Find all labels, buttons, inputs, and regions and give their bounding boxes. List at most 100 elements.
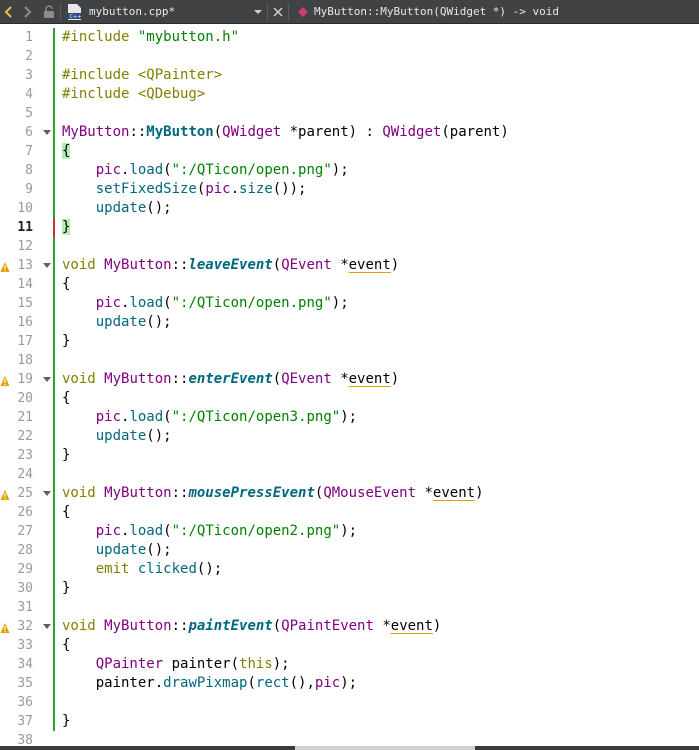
gutter-row: 37	[0, 712, 58, 731]
change-marker	[53, 237, 55, 256]
line-number: 29	[17, 562, 33, 577]
code-line[interactable]: #include <QDebug>	[62, 85, 205, 104]
symbol-selector[interactable]: MyButton::MyButton(QWidget *) -> void	[314, 0, 559, 24]
code-line[interactable]: update();	[62, 313, 172, 332]
code-line[interactable]: #include "mybutton.h"	[62, 28, 239, 47]
code-token: )	[432, 618, 442, 634]
code-line[interactable]: QPainter painter(this);	[62, 655, 290, 674]
change-marker	[53, 712, 55, 731]
code-token: event	[432, 485, 476, 501]
code-line[interactable]: {	[62, 503, 70, 522]
code-token: void	[62, 257, 105, 273]
warning-icon[interactable]	[0, 620, 10, 633]
code-token: event	[390, 618, 433, 634]
warning-icon[interactable]	[0, 373, 10, 386]
warning-icon[interactable]	[0, 259, 10, 272]
line-number: 9	[25, 182, 33, 197]
gutter-row: 15	[0, 294, 58, 313]
change-marker	[53, 408, 55, 427]
gutter-row: 22	[0, 427, 58, 446]
code-line[interactable]: painter.drawPixmap(rect(),pic);	[62, 674, 357, 693]
code-line[interactable]: void MyButton::mousePressEvent(QMouseEve…	[62, 484, 484, 503]
change-marker	[53, 446, 55, 465]
code-line[interactable]: pic.load(":/QTicon/open.png");	[62, 294, 349, 313]
code-line[interactable]: {	[62, 389, 70, 408]
code-token: MyButton	[104, 257, 172, 273]
gutter-row: 12	[0, 237, 58, 256]
line-number: 3	[25, 68, 33, 83]
code-line[interactable]: setFixedSize(pic.size());	[62, 180, 307, 199]
code-token: drawPixmap	[163, 675, 248, 691]
scrollbar-thumb[interactable]	[295, 746, 475, 750]
line-number: 21	[17, 410, 33, 425]
code-line[interactable]: }	[62, 446, 70, 465]
fold-arrow-icon[interactable]	[43, 130, 51, 135]
code-line[interactable]: emit clicked();	[62, 560, 222, 579]
code-line[interactable]: #include <QPainter>	[62, 66, 222, 85]
code-token: event	[348, 371, 391, 387]
change-marker	[53, 332, 55, 351]
code-token: MyButton	[104, 618, 172, 634]
code-token: leaveEvent	[188, 257, 273, 273]
change-marker	[53, 389, 55, 408]
code-editor[interactable]: #include "mybutton.h" #include <QPainter>…	[62, 24, 699, 746]
file-name-label[interactable]: mybutton.cpp*	[89, 0, 175, 24]
code-token: QMouseEvent	[323, 485, 417, 501]
code-line[interactable]: update();	[62, 427, 172, 446]
gutter-row: 7	[0, 142, 58, 161]
code-line[interactable]: update();	[62, 199, 172, 218]
code-token: ();	[146, 542, 172, 558]
back-arrow-icon[interactable]	[0, 0, 18, 24]
lock-icon[interactable]	[40, 0, 58, 24]
code-line[interactable]: {	[62, 142, 71, 161]
fold-arrow-icon[interactable]	[43, 491, 51, 496]
code-line[interactable]: }	[62, 712, 70, 731]
code-token: ::	[171, 371, 189, 387]
code-token: ::	[129, 124, 147, 140]
code-token: void	[62, 371, 105, 387]
line-number: 17	[17, 334, 33, 349]
warning-icon[interactable]	[0, 487, 10, 500]
fold-arrow-icon[interactable]	[43, 624, 51, 629]
line-number: 25	[17, 486, 33, 501]
change-marker	[53, 104, 55, 123]
code-line[interactable]: }	[62, 579, 70, 598]
code-line[interactable]: void MyButton::enterEvent(QEvent *event)	[62, 370, 399, 389]
change-marker	[53, 655, 55, 674]
line-number: 22	[17, 429, 33, 444]
code-line[interactable]: pic.load(":/QTicon/open.png");	[62, 161, 349, 180]
code-token: (	[213, 124, 223, 140]
forward-arrow-icon[interactable]	[18, 0, 36, 24]
code-line[interactable]: }	[62, 332, 70, 351]
gutter-row: 34	[0, 655, 58, 674]
change-marker	[53, 522, 55, 541]
code-token: update	[95, 200, 147, 216]
code-line[interactable]: void MyButton::paintEvent(QPaintEvent *e…	[62, 617, 441, 636]
code-token: update	[95, 542, 147, 558]
close-icon[interactable]	[270, 0, 286, 24]
change-marker	[53, 503, 55, 522]
code-line[interactable]: void MyButton::leaveEvent(QEvent *event)	[62, 256, 399, 275]
cpp-file-icon: C++	[64, 0, 84, 24]
code-token: rect	[255, 675, 290, 691]
code-token: #include	[62, 29, 138, 45]
code-line[interactable]: {	[62, 636, 70, 655]
code-line[interactable]: update();	[62, 541, 172, 560]
code-line[interactable]: MyButton::MyButton(QWidget *parent) : QW…	[62, 123, 509, 142]
code-token: );	[331, 162, 349, 178]
fold-arrow-icon[interactable]	[43, 377, 51, 382]
code-line[interactable]: pic.load(":/QTicon/open3.png");	[62, 408, 357, 427]
gutter-row: 27	[0, 522, 58, 541]
file-dropdown-icon[interactable]	[250, 0, 266, 24]
code-line[interactable]: }	[62, 218, 71, 237]
code-line[interactable]: pic.load(":/QTicon/open2.png");	[62, 522, 357, 541]
code-token: (	[163, 295, 172, 311]
gutter-row: 31	[0, 598, 58, 617]
code-token: QEvent	[281, 371, 332, 387]
gutter-row: 26	[0, 503, 58, 522]
code-line[interactable]: {	[62, 275, 70, 294]
line-number: 23	[17, 448, 33, 463]
fold-arrow-icon[interactable]	[43, 263, 51, 268]
